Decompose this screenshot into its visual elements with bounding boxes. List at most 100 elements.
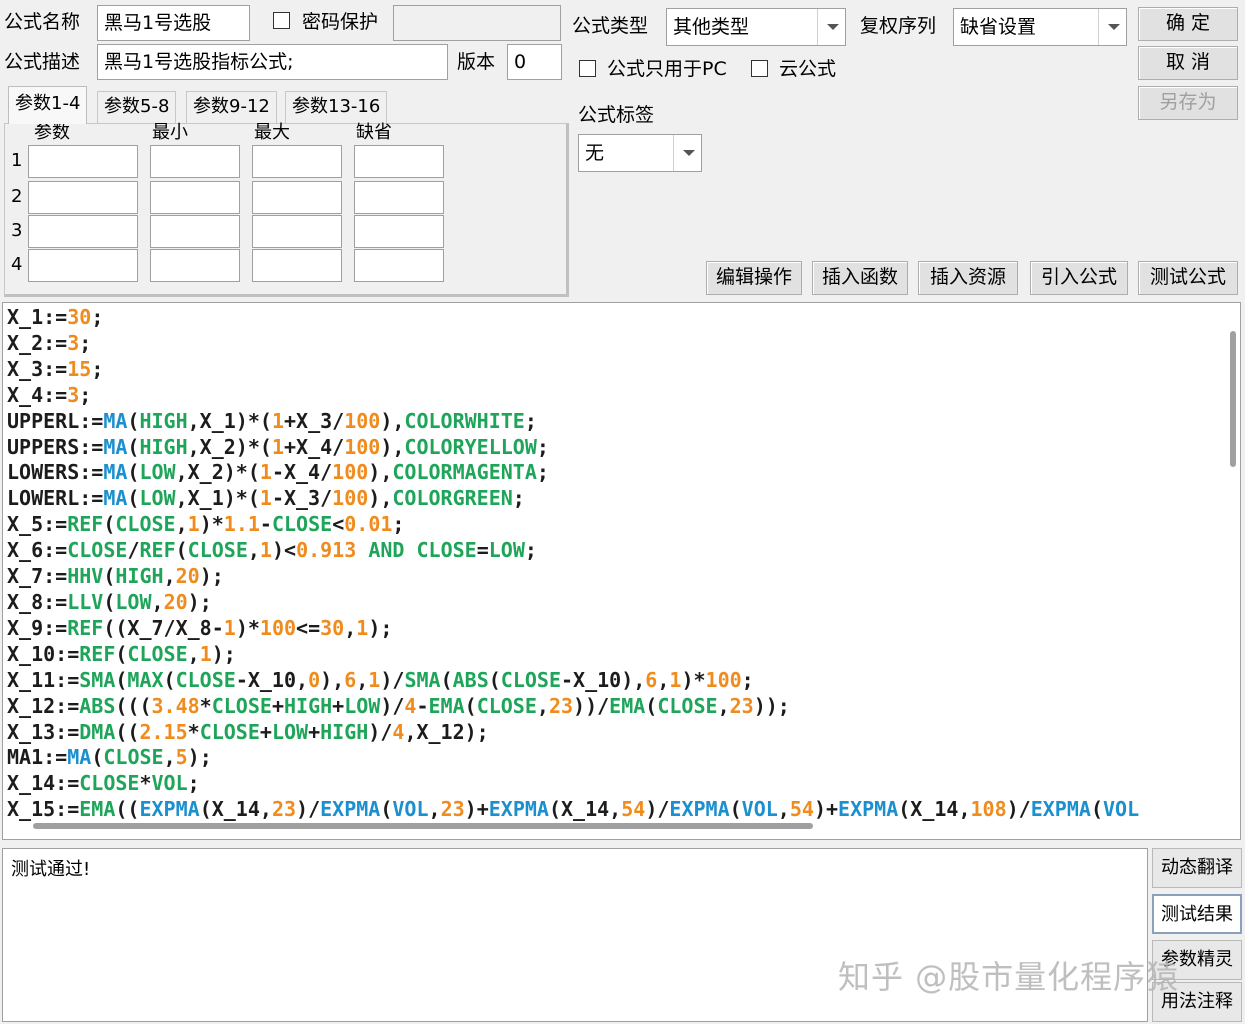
code-line[interactable]: X_2:=3; (7, 331, 1240, 357)
code-token: ), (368, 486, 393, 511)
code-line[interactable]: UPPERL:=MA(HIGH,X_1)*(1+X_3/100),COLORWH… (7, 409, 1240, 435)
insert-function-button[interactable]: 插入函数 (812, 261, 908, 295)
tab-params-5-8[interactable]: 参数5-8 (97, 91, 177, 125)
password-checkbox[interactable] (273, 12, 290, 34)
param-4-max[interactable] (252, 249, 342, 282)
code-token: X_4:= (7, 382, 68, 407)
param-3-name[interactable] (28, 215, 138, 248)
code-line[interactable]: UPPERS:=MA(HIGH,X_2)*(1+X_4/100),COLORYE… (7, 435, 1240, 461)
code-line[interactable]: X_4:=3; (7, 383, 1240, 409)
param-1-max[interactable] (252, 145, 342, 178)
formula-name-input[interactable]: 黑马1号选股 (97, 5, 250, 41)
vertical-scrollbar[interactable] (1230, 331, 1236, 467)
tab-params-1-4[interactable]: 参数1-4 (8, 86, 88, 124)
code-token: ABS (79, 693, 116, 718)
code-line[interactable]: MA1:=MA(CLOSE,5); (7, 745, 1240, 771)
code-token: 1 (368, 667, 381, 692)
code-line[interactable]: X_5:=REF(CLOSE,1)*1.1-CLOSE<0.01; (7, 512, 1240, 538)
version-input[interactable]: 0 (507, 44, 562, 80)
param-4-min[interactable] (150, 249, 240, 282)
code-token: -X_10, (235, 667, 309, 692)
code-line[interactable]: X_11:=SMA(MAX(CLOSE-X_10,0),6,1)/SMA(ABS… (7, 668, 1240, 694)
code-token: < (332, 512, 345, 537)
code-line[interactable]: LOWERS:=MA(LOW,X_2)*(1-X_4/100),COLORMAG… (7, 460, 1240, 486)
param-2-default[interactable] (354, 181, 444, 214)
code-token: ; (524, 538, 537, 563)
chevron-down-icon[interactable] (1098, 9, 1126, 45)
code-text[interactable]: X_1:=30; X_2:=3; X_3:=15; X_4:=3; UPPERL:=MA… (3, 303, 1240, 823)
horizontal-scrollbar[interactable] (33, 823, 813, 829)
cancel-button[interactable]: 取 消 (1138, 46, 1238, 80)
code-token: , (344, 615, 357, 640)
code-token: CLOSE (657, 693, 718, 718)
param-2-name[interactable] (28, 181, 138, 214)
code-token: LOWERL:= (7, 486, 104, 511)
import-formula-button[interactable]: 引入公式 (1030, 261, 1128, 295)
code-line[interactable]: X_6:=CLOSE/REF(CLOSE,1)<0.913 AND CLOSE=… (7, 538, 1240, 564)
code-token: ((( (115, 693, 152, 718)
code-token: ,X_1)*( (175, 486, 260, 511)
code-token: , (247, 538, 260, 563)
code-token: 20 (175, 564, 200, 589)
code-line[interactable]: X_8:=LLV(LOW,20); (7, 590, 1240, 616)
param-4-name[interactable] (28, 249, 138, 282)
cloud-checkbox[interactable] (751, 60, 768, 82)
code-line[interactable]: X_14:=CLOSE*VOL; (7, 771, 1240, 797)
code-line[interactable]: X_1:=30; (7, 305, 1240, 331)
rights-sequence-select[interactable]: 缺省设置 (953, 8, 1127, 46)
code-token: CLOSE (175, 667, 236, 692)
dynamic-translate-button[interactable]: 动态翻译 (1152, 848, 1242, 888)
watermark: 知乎 @股市量化程序猿 (838, 958, 1180, 996)
code-token: X_11:= (7, 667, 80, 692)
edit-ops-button[interactable]: 编辑操作 (706, 261, 802, 295)
code-editor[interactable]: X_1:=30; X_2:=3; X_3:=15; X_4:=3; UPPERL:=MA… (2, 302, 1241, 840)
code-line[interactable]: X_13:=DMA((2.15*CLOSE+LOW+HIGH)/4,X_12); (7, 720, 1240, 746)
code-token: ( (175, 538, 188, 563)
code-token: CLOSE (67, 538, 128, 563)
ok-button[interactable]: 确 定 (1138, 7, 1238, 41)
code-token: + (332, 693, 345, 718)
param-4-default[interactable] (354, 249, 444, 282)
code-token: -X_10), (561, 667, 646, 692)
insert-resource-button[interactable]: 插入资源 (918, 261, 1018, 295)
code-line[interactable]: X_12:=ABS(((3.48*CLOSE+HIGH+LOW)/4-EMA(C… (7, 694, 1240, 720)
formula-type-select[interactable]: 其他类型 (666, 8, 846, 46)
code-line[interactable]: X_10:=REF(CLOSE,1); (7, 642, 1240, 668)
save-as-button[interactable]: 另存为 (1138, 86, 1238, 120)
code-token: 100 (705, 667, 742, 692)
formula-desc-input[interactable]: 黑马1号选股指标公式; (97, 44, 448, 80)
param-2-max[interactable] (252, 181, 342, 214)
code-line[interactable]: LOWERL:=MA(LOW,X_1)*(1-X_3/100),COLORGRE… (7, 486, 1240, 512)
param-3-min[interactable] (150, 215, 240, 248)
pc-only-checkbox[interactable] (579, 60, 596, 82)
code-token: CLOSE (79, 771, 140, 796)
formula-desc-label: 公式描述 (4, 51, 81, 73)
test-results-button[interactable]: 测试结果 (1152, 894, 1242, 934)
code-token: REF (79, 641, 116, 666)
code-token: , (356, 667, 369, 692)
code-token: CLOSE (416, 538, 477, 563)
param-3-default[interactable] (354, 215, 444, 248)
code-token: 30 (67, 305, 92, 329)
code-token: 1 (356, 615, 369, 640)
code-line[interactable]: X_7:=HHV(HIGH,20); (7, 564, 1240, 590)
tab-params-9-12[interactable]: 参数9-12 (186, 91, 277, 125)
formula-name-label: 公式名称 (4, 11, 81, 33)
formula-tag-select[interactable]: 无 (578, 134, 702, 172)
code-token: COLORMAGENTA (392, 460, 537, 485)
code-token: LOW (271, 719, 309, 744)
code-line[interactable]: X_15:=EMA((EXPMA(X_14,23)/EXPMA(VOL,23)+… (7, 797, 1240, 823)
chevron-down-icon[interactable] (673, 135, 701, 171)
param-1-name[interactable] (28, 145, 138, 178)
param-1-min[interactable] (150, 145, 240, 178)
param-2-min[interactable] (150, 181, 240, 214)
password-input[interactable] (393, 5, 561, 41)
code-line[interactable]: X_9:=REF((X_7/X_8-1)*100<=30,1); (7, 616, 1240, 642)
param-3-max[interactable] (252, 215, 342, 248)
code-token: EXPMA (488, 797, 549, 822)
test-formula-button[interactable]: 测试公式 (1138, 261, 1238, 295)
tab-params-13-16[interactable]: 参数13-16 (285, 91, 388, 125)
param-1-default[interactable] (354, 145, 444, 178)
chevron-down-icon[interactable] (817, 9, 845, 45)
code-line[interactable]: X_3:=15; (7, 357, 1240, 383)
